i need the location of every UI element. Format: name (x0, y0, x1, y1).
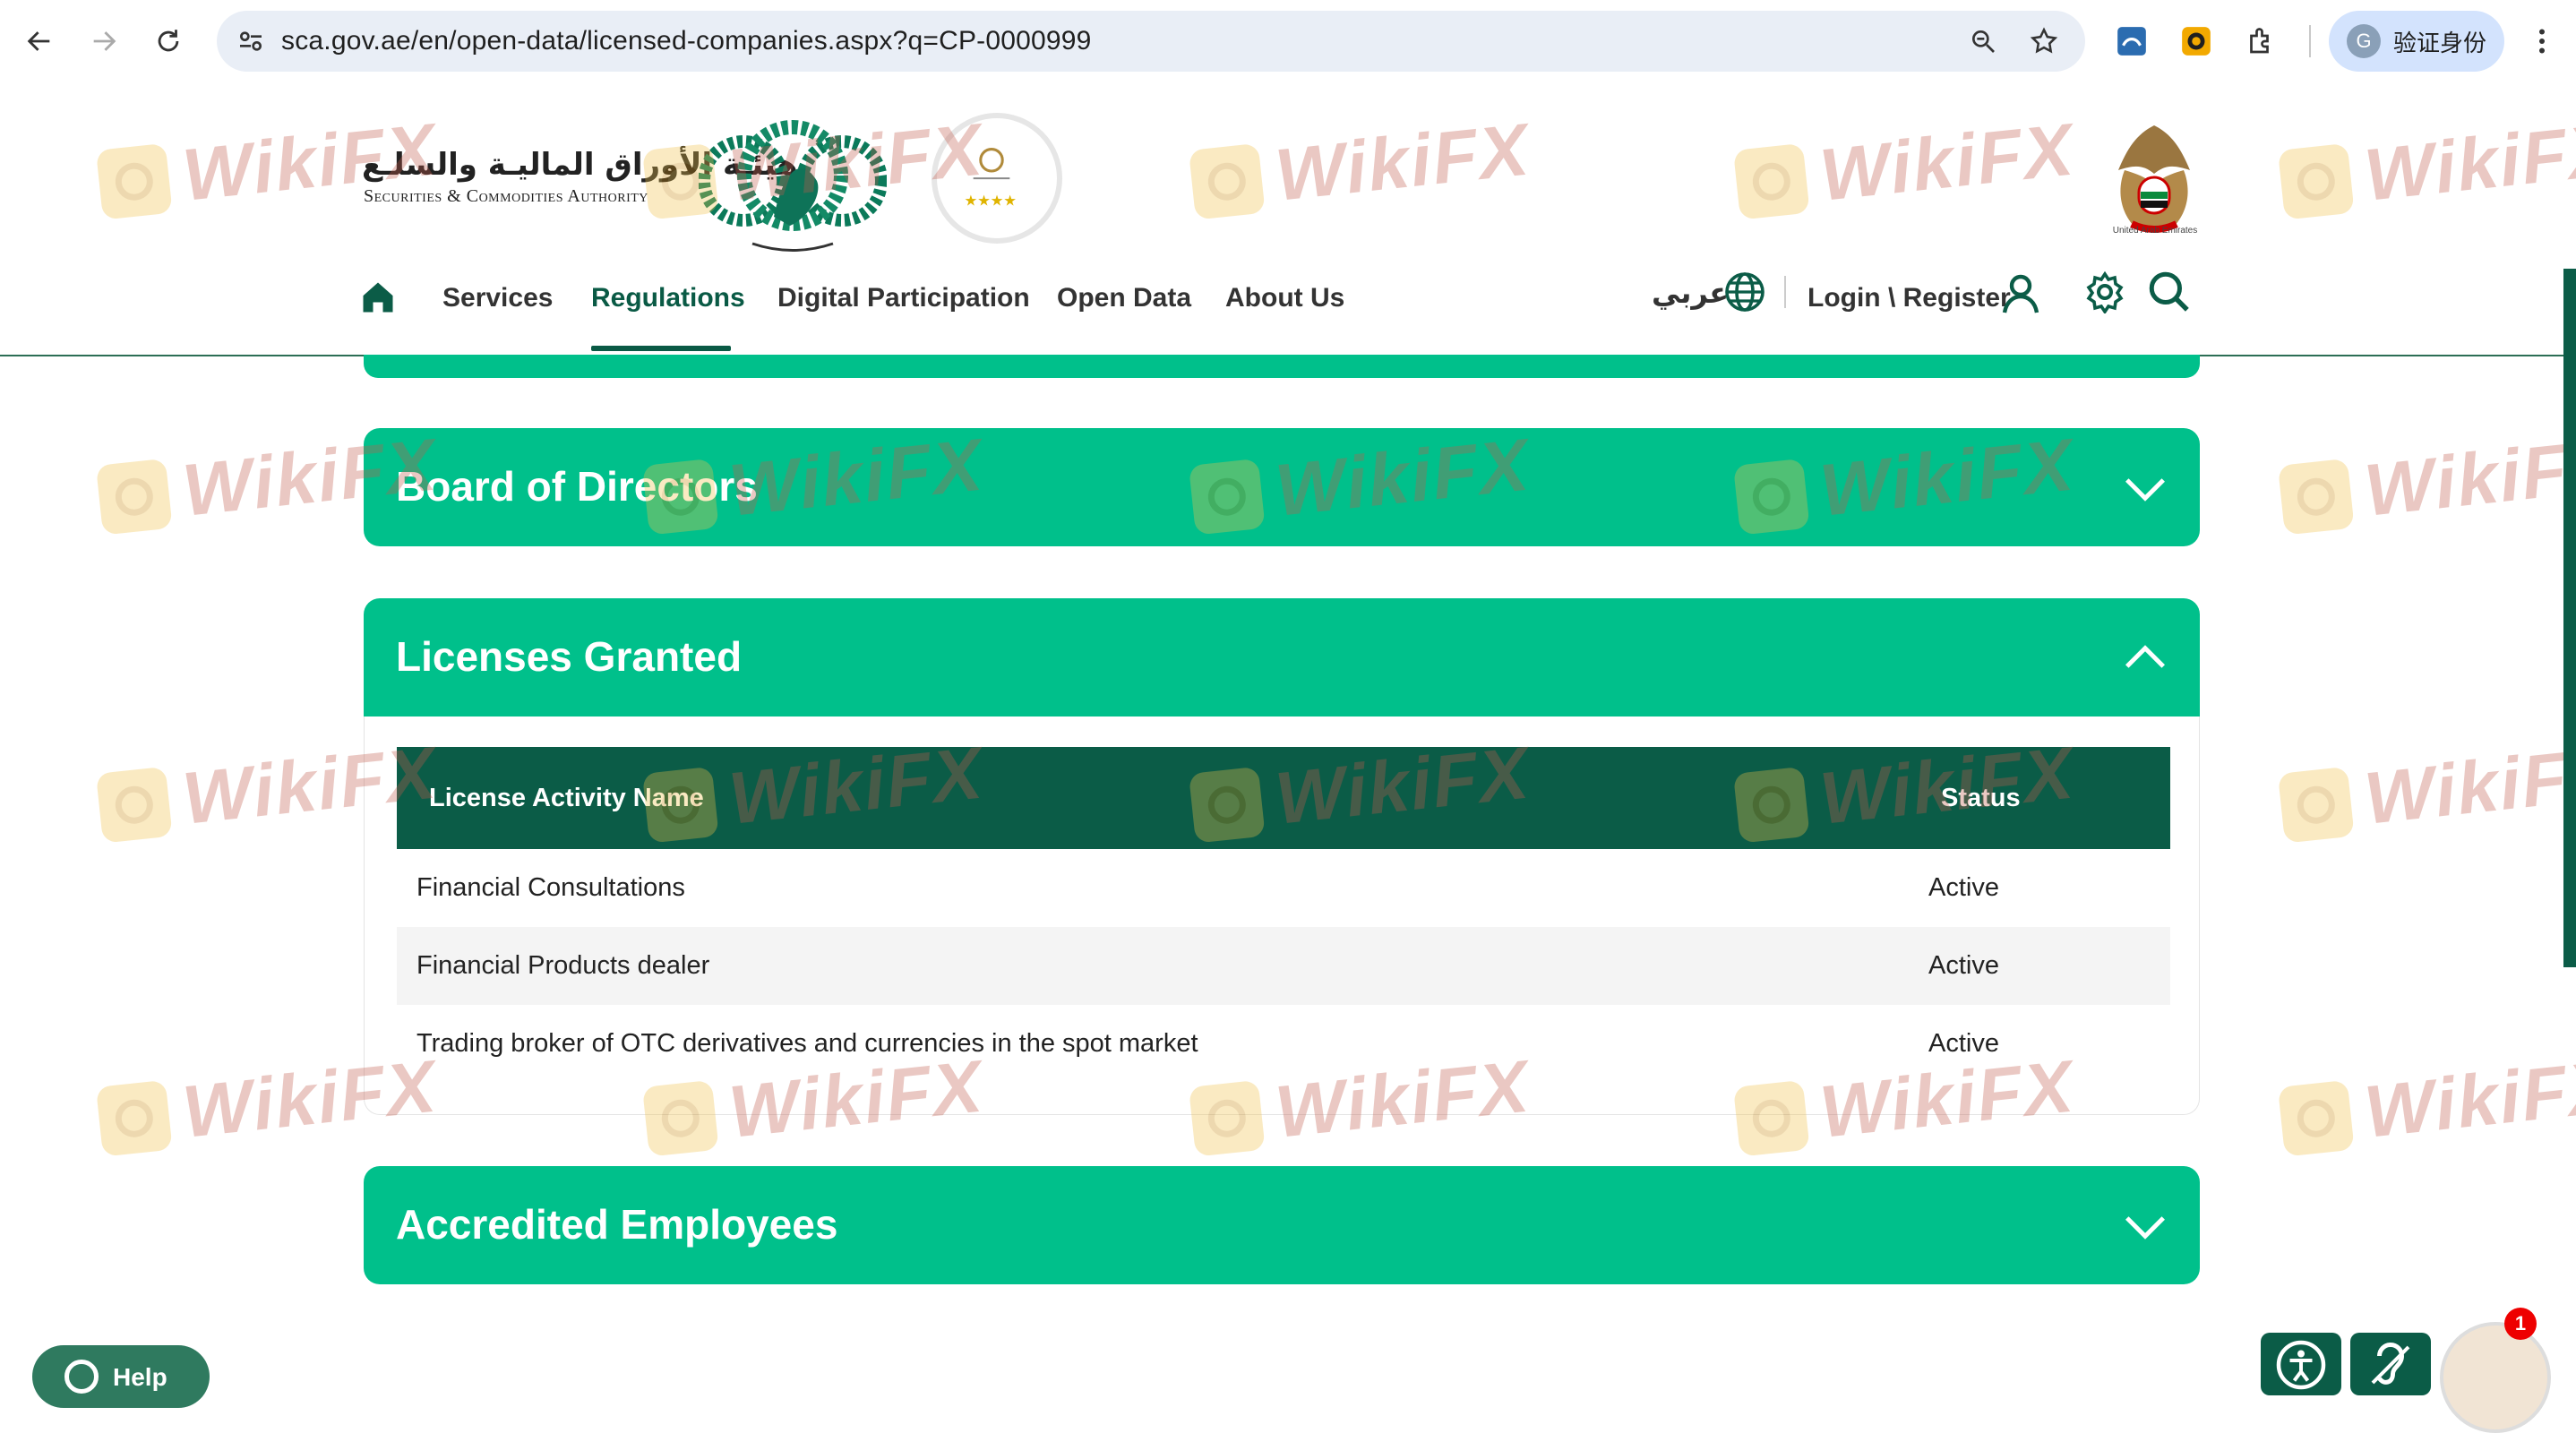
hearing-assist-button[interactable] (2350, 1333, 2431, 1395)
accordion-board-of-directors[interactable]: Board of Directors (364, 428, 2200, 546)
license-activity-name: Financial Consultations (416, 873, 685, 902)
wikifx-logo-icon (2277, 458, 2355, 536)
accordion-title: Board of Directors (396, 463, 758, 510)
profile-button[interactable]: G 验证身份 (2329, 11, 2504, 72)
table-header: License Activity Name Status (397, 747, 2170, 849)
uae-caption: United Arab Emirates (2112, 226, 2198, 236)
chevron-down-icon[interactable] (2121, 464, 2169, 512)
accordion-accredited-employees[interactable]: Accredited Employees (364, 1166, 2200, 1284)
accordion-licenses-granted[interactable]: Licenses Granted (364, 598, 2200, 716)
scrollbar-thumb[interactable] (2563, 269, 2576, 967)
zoom-icon[interactable] (1965, 23, 2001, 59)
toolbar-divider (2309, 25, 2311, 57)
nav-digital-participation[interactable]: Digital Participation (777, 283, 1030, 313)
license-activity-name: Trading broker of OTC derivatives and cu… (416, 1029, 1198, 1058)
column-header-status: Status (1941, 784, 2021, 812)
notification-badge: 1 (2504, 1308, 2537, 1340)
svg-text:★★★★: ★★★★ (965, 193, 1017, 210)
login-register-link[interactable]: Login \ Register (1807, 283, 2011, 313)
license-status: Active (1928, 951, 1999, 980)
license-status: Active (1928, 873, 1999, 902)
back-arrow-icon (27, 31, 50, 51)
extension-orange-icon[interactable] (2177, 21, 2216, 61)
table-row: Trading broker of OTC derivatives and cu… (397, 1005, 2170, 1083)
chat-assistant-avatar[interactable] (2440, 1322, 2551, 1433)
search-icon[interactable] (2146, 269, 2191, 313)
back-button[interactable] (14, 16, 64, 66)
license-activity-name: Financial Products dealer (416, 951, 710, 980)
nav-regulations[interactable]: Regulations (591, 283, 745, 313)
home-icon[interactable] (358, 278, 398, 317)
address-bar[interactable]: sca.gov.ae/en/open-data/licensed-compani… (217, 11, 2085, 72)
help-icon (64, 1360, 99, 1394)
reload-button[interactable] (143, 16, 193, 66)
wikifx-logo-icon (2277, 766, 2355, 844)
forward-arrow-icon (93, 31, 116, 51)
sca-logo-english-text[interactable]: Securities & Commodities Authority (364, 186, 648, 207)
wikifx-watermark: WikiFX (2277, 731, 2576, 850)
ear-icon (2371, 1343, 2410, 1385)
watermark-text: WikiFX (2360, 732, 2576, 840)
wikifx-watermark: WikiFX (2277, 1044, 2576, 1163)
accordion-title: Accredited Employees (396, 1201, 838, 1248)
extension-translate-icon[interactable] (2112, 21, 2151, 61)
active-nav-indicator (591, 346, 731, 351)
wikifx-logo-icon (95, 458, 173, 536)
site-header: هيئـة الأوراق الماليـة والسلـع Securitie… (0, 82, 2576, 356)
nav-open-data[interactable]: Open Data (1057, 283, 1191, 313)
language-switch-arabic[interactable]: عربي (1652, 276, 1729, 310)
gear-icon[interactable] (2083, 270, 2126, 313)
user-icon[interactable] (1999, 270, 2042, 315)
accessibility-icon (2276, 1340, 2326, 1390)
extensions-puzzle-icon[interactable] (2241, 21, 2280, 61)
watermark-text: WikiFX (2360, 1045, 2576, 1154)
profile-avatar: G (2347, 24, 2381, 58)
help-label: Help (113, 1363, 167, 1391)
browser-toolbar: sca.gov.ae/en/open-data/licensed-compani… (0, 0, 2576, 83)
chevron-up-icon[interactable] (2121, 634, 2169, 682)
wikifx-logo-icon (95, 1079, 173, 1157)
award-badge-logo: ★★★★ (932, 113, 1062, 244)
wikifx-logo-icon (95, 766, 173, 844)
chevron-down-icon[interactable] (2121, 1202, 2169, 1250)
forward-button[interactable] (79, 16, 129, 66)
bookmark-star-icon[interactable] (2026, 23, 2062, 59)
watermark-text: WikiFX (2360, 424, 2576, 532)
wikifx-watermark: WikiFX (2277, 423, 2576, 542)
site-info-icon[interactable] (233, 23, 269, 59)
nav-about-us[interactable]: About Us (1225, 283, 1344, 313)
wikifx-logo-icon (2277, 1079, 2355, 1157)
column-header-activity: License Activity Name (429, 784, 704, 812)
accordion-title: Licenses Granted (396, 633, 743, 680)
previous-section-panel-edge (364, 355, 2200, 378)
licenses-panel-body: License Activity Name Status Financial C… (364, 716, 2200, 1115)
sca-emblem-logo[interactable] (699, 109, 887, 270)
url-text[interactable]: sca.gov.ae/en/open-data/licensed-compani… (281, 26, 1092, 56)
accessibility-button[interactable] (2261, 1333, 2341, 1395)
table-row: Financial Products dealer Active (397, 927, 2170, 1005)
table-row: Financial Consultations Active (397, 849, 2170, 927)
license-status: Active (1928, 1029, 1999, 1058)
profile-label: 验证身份 (2393, 30, 2487, 57)
globe-icon[interactable] (1723, 270, 1766, 313)
header-divider (1784, 276, 1786, 308)
help-button[interactable]: Help (32, 1345, 210, 1408)
browser-menu-icon[interactable] (2524, 20, 2560, 63)
licenses-table: License Activity Name Status Financial C… (397, 747, 2170, 1083)
nav-services[interactable]: Services (442, 283, 553, 313)
reload-icon (158, 30, 179, 52)
